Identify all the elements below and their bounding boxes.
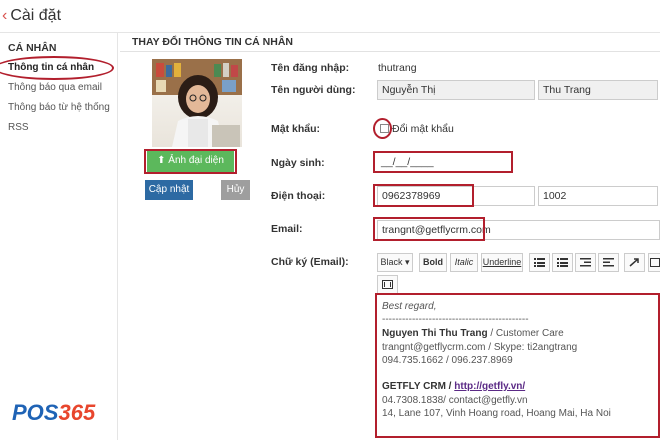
back-button[interactable]: ‹ Cài đặt: [2, 7, 61, 25]
numbered-list-icon[interactable]: [552, 253, 573, 272]
chevron-left-icon: ‹: [2, 7, 8, 24]
phone-extension-input[interactable]: 1002: [538, 186, 658, 206]
italic-button[interactable]: Italic: [450, 253, 478, 272]
highlight-box: [373, 151, 513, 173]
bullet-list-icon[interactable]: [529, 253, 550, 272]
page-title: Cài đặt: [10, 7, 62, 24]
link-icon[interactable]: [624, 253, 645, 272]
change-password-label: Đổi mật khẩu: [392, 123, 454, 135]
highlight-box: [373, 217, 485, 241]
indent-icon[interactable]: [598, 253, 619, 272]
color-dropdown[interactable]: Black ▾: [377, 253, 413, 272]
video-icon[interactable]: [377, 275, 398, 294]
cancel-button[interactable]: Hủy: [221, 180, 250, 200]
top-bar: ‹ Cài đặt: [0, 0, 660, 33]
highlight-ellipse: [0, 56, 114, 80]
first-name-input[interactable]: Nguyễn Thị: [377, 80, 535, 100]
highlight-box: [144, 149, 237, 174]
underline-button[interactable]: Underline: [481, 253, 523, 272]
signature-label: Chữ ký (Email):: [271, 256, 349, 268]
sidebar-item-email-notifications[interactable]: Thông báo qua email: [8, 82, 102, 93]
highlight-box: [373, 184, 474, 207]
phone-label: Điện thoại:: [271, 190, 326, 202]
username-label: Tên đăng nhập:: [271, 62, 350, 74]
email-label: Email:: [271, 223, 303, 235]
fullname-label: Tên người dùng:: [271, 84, 356, 96]
sidebar-heading: CÁ NHÂN: [8, 42, 57, 54]
image-icon[interactable]: [648, 253, 660, 272]
outdent-icon[interactable]: [575, 253, 596, 272]
avatar: [152, 59, 242, 147]
pos365-logo: POS365: [12, 400, 96, 425]
divider: [120, 51, 660, 52]
sidebar-item-system-notifications[interactable]: Thông báo từ hệ thống: [8, 102, 110, 113]
sidebar-item-rss[interactable]: RSS: [8, 122, 29, 133]
update-button[interactable]: Cập nhật: [145, 180, 193, 200]
last-name-input[interactable]: Thu Trang: [538, 80, 658, 100]
highlight-box: [375, 293, 660, 438]
section-title: THAY ĐỔI THÔNG TIN CÁ NHÂN: [132, 36, 294, 48]
password-label: Mật khẩu:: [271, 123, 321, 135]
username-value: thutrang: [378, 62, 417, 74]
bold-button[interactable]: Bold: [419, 253, 447, 272]
highlight-ellipse: [373, 118, 392, 139]
birthday-label: Ngày sinh:: [271, 157, 325, 169]
sidebar: CÁ NHÂN Thông tin cá nhân Thông báo qua …: [0, 33, 118, 440]
